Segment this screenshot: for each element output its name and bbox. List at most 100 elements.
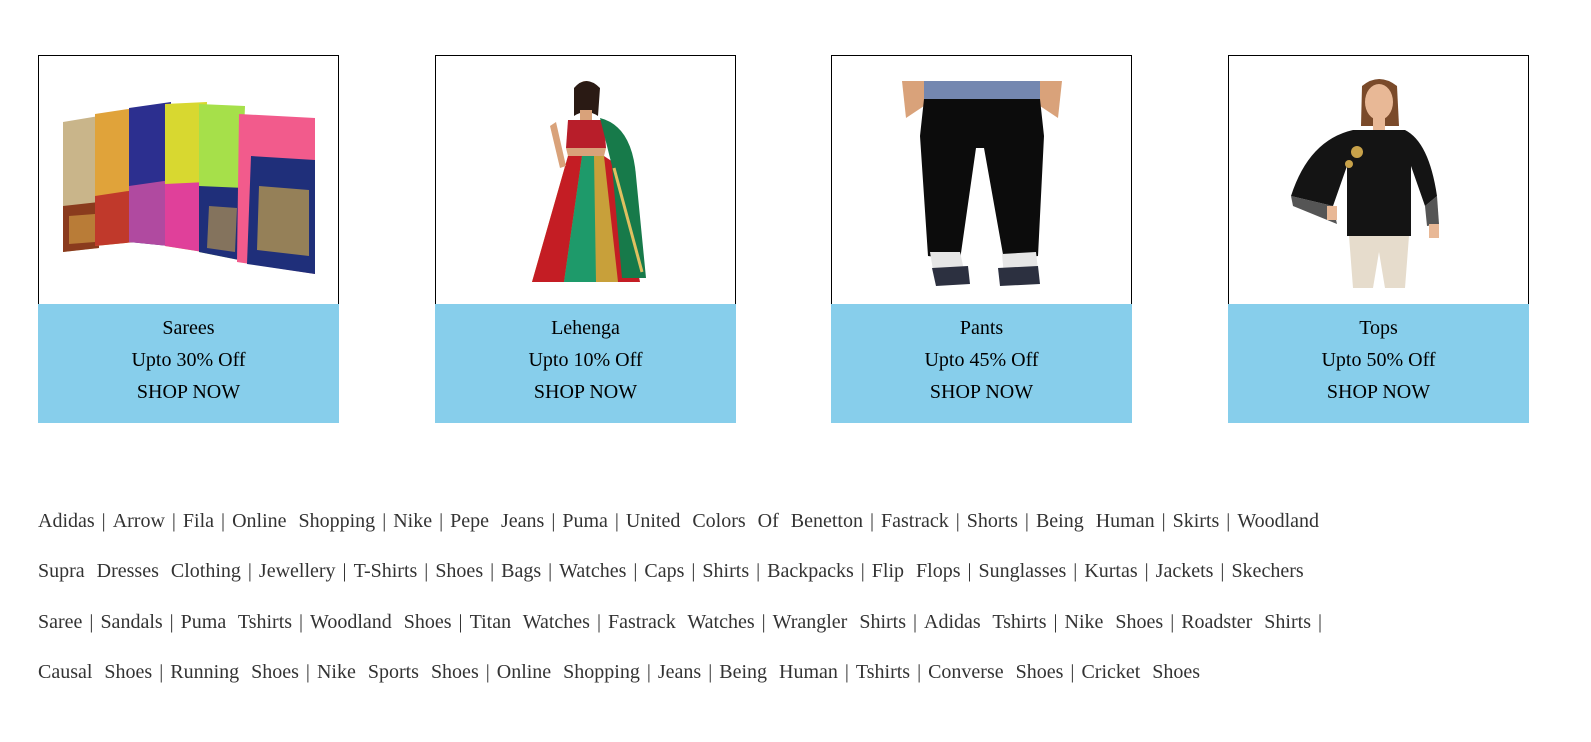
link-separator: | (439, 510, 444, 532)
brand-link[interactable]: Sunglasses (979, 560, 1067, 582)
shop-now-button[interactable]: SHOP NOW (38, 376, 339, 408)
link-separator: | (761, 610, 766, 633)
brand-link[interactable]: Nike Sports Shoes (317, 661, 479, 683)
brand-link[interactable]: Jeans (658, 661, 701, 683)
link-separator: | (485, 660, 490, 683)
link-separator: | (646, 660, 651, 683)
brand-link[interactable]: Online Shopping (232, 510, 375, 532)
brand-link[interactable]: Kurtas (1084, 560, 1137, 582)
link-separator: | (458, 610, 463, 633)
brand-link[interactable]: Jackets (1156, 560, 1214, 582)
category-name: Lehenga (551, 317, 620, 339)
link-separator: | (870, 510, 875, 532)
sarees-info: Sarees Upto 30% Off SHOP NOW (38, 304, 339, 423)
brand-link[interactable]: Jewellery (259, 560, 336, 582)
link-separator: | (424, 560, 429, 583)
brand-link[interactable]: Puma (562, 510, 608, 532)
link-separator: | (967, 560, 972, 583)
link-separator: | (548, 560, 553, 583)
link-separator: | (382, 510, 387, 532)
brand-link[interactable]: Shoes (435, 560, 483, 582)
pants-info: Pants Upto 45% Off SHOP NOW (831, 304, 1132, 423)
link-separator: | (708, 660, 713, 683)
link-separator: | (171, 510, 176, 532)
brand-link[interactable]: Arrow (113, 510, 165, 532)
brand-link[interactable]: Converse Shoes (928, 661, 1063, 683)
brand-link[interactable]: Woodland Shoes (310, 611, 452, 633)
tops-picture (1291, 79, 1439, 288)
brand-link[interactable]: United Colors Of Benetton (626, 510, 863, 532)
links-row: Saree | Sandals | Puma Tshirts | Woodland Shoe… (38, 597, 1558, 647)
brand-link[interactable]: Skirts (1173, 510, 1220, 532)
lehenga-picture (532, 81, 646, 282)
link-separator: | (1161, 510, 1166, 532)
link-separator: | (490, 560, 495, 583)
brand-link[interactable]: Backpacks (767, 560, 854, 582)
brand-link[interactable]: T-Shirts (354, 560, 418, 582)
brand-link[interactable]: Fastrack Watches (608, 611, 755, 633)
discount-text: Upto 30% Off (131, 349, 246, 371)
link-separator: | (299, 610, 304, 633)
brand-link[interactable]: Pepe Jeans (450, 510, 544, 532)
link-separator: | (221, 510, 226, 532)
sarees-image[interactable] (38, 55, 339, 304)
brand-link[interactable]: Online Shopping (497, 661, 640, 683)
brand-link[interactable]: Causal Shoes (38, 661, 152, 683)
brand-link[interactable]: Saree (38, 611, 82, 633)
link-separator: | (844, 660, 849, 683)
brand-link[interactable]: Puma Tshirts (181, 611, 292, 633)
category-card-sarees[interactable]: Sarees Upto 30% Off SHOP NOW (38, 55, 339, 423)
brand-link[interactable]: Cricket Shoes (1081, 661, 1200, 683)
category-card-tops[interactable]: Tops Upto 50% Off SHOP NOW (1228, 55, 1529, 423)
brand-link[interactable]: Being Human (1036, 510, 1155, 532)
link-separator: | (860, 560, 865, 583)
pants-image[interactable] (831, 55, 1132, 304)
discount-text: Upto 45% Off (924, 349, 1039, 371)
link-separator: | (89, 610, 94, 633)
pants-picture (902, 81, 1062, 286)
brand-link[interactable]: Running Shoes (170, 661, 299, 683)
sarees-picture (63, 102, 315, 274)
brand-link[interactable]: Fastrack (881, 510, 949, 532)
brand-link[interactable]: Adidas Tshirts (924, 611, 1046, 633)
brand-link[interactable]: Sandals (100, 611, 162, 633)
brand-link[interactable]: Flip Flops (872, 560, 961, 582)
category-card-lehenga[interactable]: Lehenga Upto 10% Off SHOP NOW (435, 55, 736, 423)
link-separator: | (917, 660, 922, 683)
brand-link[interactable]: Nike Shoes (1065, 611, 1164, 633)
brand-link[interactable]: Tshirts (856, 661, 910, 683)
link-separator: | (159, 660, 164, 683)
brand-link[interactable]: Shorts (967, 510, 1018, 532)
shop-now-button[interactable]: SHOP NOW (831, 376, 1132, 408)
brand-link[interactable]: Watches (559, 560, 626, 582)
link-separator: | (101, 510, 106, 532)
brand-link[interactable]: Caps (644, 560, 684, 582)
category-card-pants[interactable]: Pants Upto 45% Off SHOP NOW (831, 55, 1132, 423)
link-separator: | (1073, 560, 1078, 583)
brand-link[interactable]: Supra Dresses Clothing (38, 560, 241, 582)
tops-info: Tops Upto 50% Off SHOP NOW (1228, 304, 1529, 423)
links-row: Causal Shoes | Running Shoes | Nike Sports S… (38, 647, 1558, 697)
link-separator: | (1070, 660, 1075, 683)
brand-link[interactable]: Fila (183, 510, 214, 532)
shop-now-button[interactable]: SHOP NOW (1228, 376, 1529, 408)
link-separator: | (633, 560, 638, 583)
link-separator: | (1024, 510, 1029, 532)
brand-link[interactable]: Wrangler Shirts (773, 611, 906, 633)
brand-link[interactable]: Roadster Shirts (1181, 611, 1311, 633)
brand-link[interactable]: Bags (501, 560, 541, 582)
link-separator: | (913, 610, 918, 633)
brand-link[interactable]: Nike (393, 510, 432, 532)
brand-link[interactable]: Woodland (1237, 510, 1319, 532)
brand-link[interactable]: Shirts (702, 560, 749, 582)
brand-link[interactable]: Being Human (719, 661, 838, 683)
link-separator: | (955, 510, 960, 532)
shop-now-button[interactable]: SHOP NOW (435, 376, 736, 408)
brand-link[interactable]: Titan Watches (470, 611, 590, 633)
brand-link[interactable]: Skechers (1231, 560, 1303, 582)
brand-link[interactable]: Adidas (38, 510, 95, 532)
category-name: Tops (1359, 317, 1398, 339)
tops-image[interactable] (1228, 55, 1529, 304)
link-separator: | (614, 510, 619, 532)
lehenga-image[interactable] (435, 55, 736, 304)
